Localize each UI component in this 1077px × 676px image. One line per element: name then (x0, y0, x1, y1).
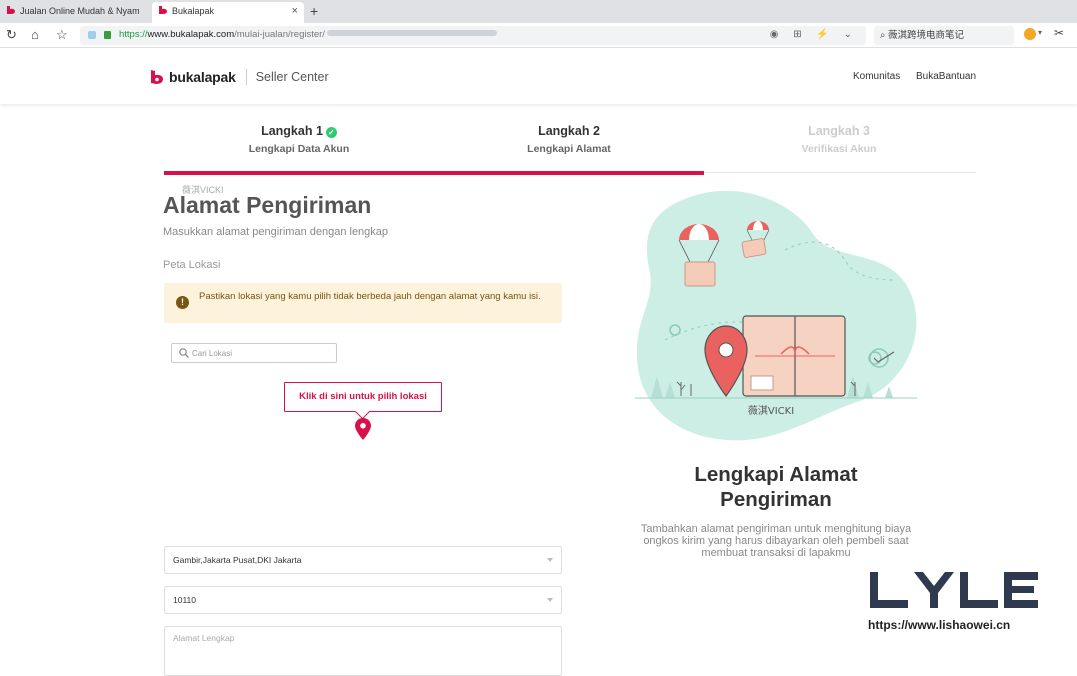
address-bar-actions[interactable]: ◉ ⊞ ⚡ ⌄ (770, 28, 858, 42)
package-icon (741, 238, 767, 258)
browser-tab[interactable]: Jualan Online Mudah & Nyam (0, 2, 148, 23)
step-3-title: Langkah 3 (808, 124, 870, 138)
brand-logo[interactable]: bukalapak Seller Center (150, 68, 329, 86)
url-host: www.bukalapak.com (147, 29, 235, 40)
illustration-title-line2: Pengiriman (720, 488, 832, 511)
step-1-subtitle: Lengkapi Data Akun (248, 143, 350, 155)
scissors-icon[interactable]: ✂ (1054, 26, 1064, 40)
area-select-value: Gambir,Jakarta Pusat,DKI Jakarta (173, 555, 302, 565)
chevron-down-icon (547, 598, 553, 602)
site-shield-icon (88, 31, 96, 39)
illustration-title-line1: Lengkapi Alamat (694, 463, 858, 486)
brand-subtitle: Seller Center (255, 70, 329, 84)
illustration-title: Lengkapi Alamat Pengiriman (636, 462, 916, 512)
postal-code-value: 10110 (173, 595, 197, 605)
lyle-logo-icon (870, 572, 1038, 608)
bukalapak-favicon-icon (7, 6, 15, 14)
package-icon (684, 261, 716, 287)
new-tab-icon[interactable]: + (310, 2, 318, 20)
tab-close-icon[interactable]: × (292, 2, 298, 21)
extension-shield-icon[interactable] (1024, 28, 1036, 40)
step-2-subtitle: Lengkapi Alamat (527, 143, 611, 155)
postal-code-select[interactable]: 10110 (164, 586, 562, 614)
chevron-down-icon (547, 558, 553, 562)
alert-text: Pastikan lokasi yang kamu pilih tidak be… (199, 291, 541, 302)
bukalapak-favicon-icon (159, 6, 167, 14)
bookmark-star-icon[interactable]: ☆ (56, 27, 68, 43)
step-3: Langkah 3 Verifikasi Akun (704, 123, 974, 156)
illustration-description: Tambahkan alamat pengiriman untuk menghi… (640, 523, 912, 559)
reload-icon[interactable]: ↻ (6, 27, 17, 43)
brand-name: bukalapak (169, 69, 236, 85)
delivery-illustration: 薇淇VICKI (635, 190, 917, 441)
search-icon: ⌕ (880, 30, 888, 41)
map-pin-icon[interactable] (355, 418, 371, 440)
browser-tab-bar: Jualan Online Mudah & Nyam Bukalapak × + (0, 0, 1077, 23)
url-redacted (326, 30, 497, 36)
nav-link-komunitas[interactable]: Komunitas (853, 71, 900, 82)
location-alert: ! Pastikan lokasi yang kamu pilih tidak … (164, 283, 562, 323)
overlay-url: https://www.lishaowei.cn (868, 618, 1011, 632)
full-address-textarea[interactable] (164, 626, 562, 676)
browser-search-text: 薇淇跨境电商笔记 (887, 30, 964, 41)
illustration-watermark: 薇淇VICKI (748, 405, 794, 417)
url-path: /mulai-jualan/register/ (234, 29, 325, 40)
progress-fill (164, 171, 704, 175)
map-pick-location-tooltip[interactable]: Klik di sini untuk pilih lokasi (284, 382, 442, 412)
check-circle-icon: ✓ (325, 127, 337, 138)
step-1: Langkah 1 ✓ Lengkapi Data Akun (164, 123, 434, 156)
step-2-title: Langkah 2 (538, 124, 600, 138)
map-search-input[interactable] (192, 346, 332, 360)
step-title: Langkah 1 ✓ (164, 123, 434, 139)
browser-tab-title: Bukalapak (172, 6, 215, 16)
step-2: Langkah 2 Lengkapi Alamat (434, 123, 704, 156)
browser-tab-active[interactable]: Bukalapak × (152, 2, 304, 23)
browser-tab-title: Jualan Online Mudah & Nyam (20, 6, 140, 16)
home-icon[interactable]: ⌂ (31, 27, 39, 43)
browser-search-box[interactable]: ⌕ 薇淇跨境电商笔记 (874, 26, 1014, 45)
address-bar[interactable]: https://www.bukalapak.com/mulai-jualan/r… (80, 26, 866, 45)
area-select[interactable]: Gambir,Jakarta Pusat,DKI Jakarta (164, 546, 562, 574)
browser-toolbar: ↻ ⌂ ☆ https://www.bukalapak.com/mulai-ju… (0, 23, 1077, 48)
page-title: Alamat Pengiriman (163, 192, 372, 218)
page-description: Masukkan alamat pengiriman dengan lengka… (163, 226, 389, 238)
map-section-label: Peta Lokasi (163, 259, 221, 271)
pin-hole (718, 342, 734, 358)
chevron-down-icon[interactable]: ▾ (1038, 28, 1042, 37)
url-text: https://www.bukalapak.com/mulai-jualan/r… (119, 28, 497, 42)
lock-icon (104, 31, 111, 39)
shipping-label (750, 375, 774, 391)
bukalapak-logo-icon (151, 70, 163, 84)
brand-divider (245, 69, 247, 85)
nav-link-bukabantuan[interactable]: BukaBantuan (916, 71, 976, 82)
info-icon: ! (176, 296, 189, 309)
step-1-title: Langkah 1 (261, 124, 323, 138)
map-search-box[interactable] (171, 343, 337, 363)
step-3-subtitle: Verifikasi Akun (801, 143, 877, 155)
url-scheme: https:// (119, 29, 148, 40)
site-header: bukalapak Seller Center Komunitas BukaBa… (0, 48, 1077, 104)
search-icon (179, 348, 189, 358)
